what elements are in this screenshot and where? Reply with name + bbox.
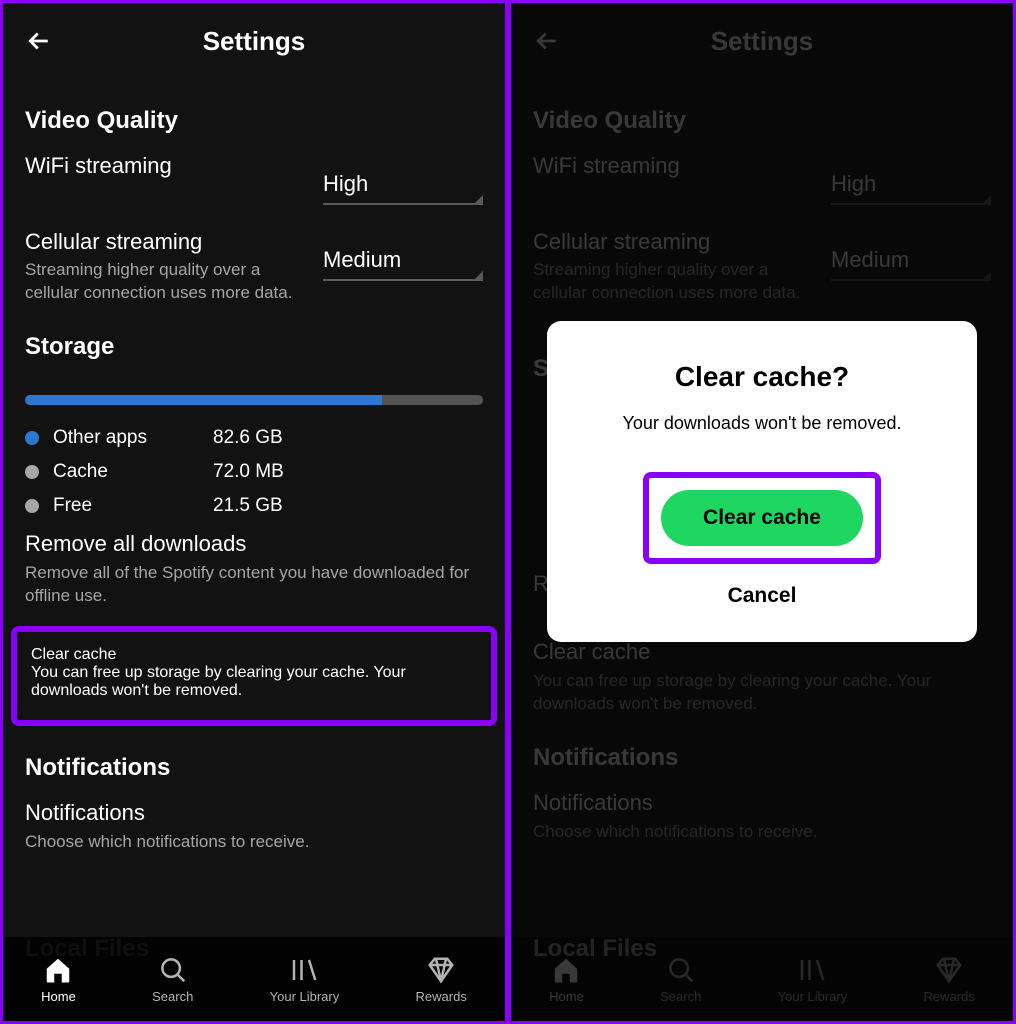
legend-other-label: Other apps (53, 427, 213, 449)
storage-bar (25, 395, 483, 405)
nav-search[interactable]: Search (152, 955, 193, 1004)
legend-free-label: Free (53, 495, 213, 517)
remove-downloads-item[interactable]: Remove all downloads Remove all of the S… (25, 531, 483, 608)
notifications-row-title: Notifications (25, 800, 483, 826)
legend-free: Free 21.5 GB (25, 495, 483, 517)
dot-icon (25, 465, 39, 479)
nav-rewards[interactable]: Rewards (416, 955, 467, 1004)
cellular-streaming-sub: Streaming higher quality over a cellular… (25, 259, 295, 305)
nav-rewards-label: Rewards (416, 989, 467, 1004)
dot-icon (25, 431, 39, 445)
legend-cache-value: 72.0 MB (213, 461, 284, 483)
library-icon (289, 955, 319, 985)
wifi-streaming-label: WiFi streaming (25, 153, 311, 179)
legend-other-value: 82.6 GB (213, 427, 283, 449)
notifications-heading: Notifications (25, 754, 483, 782)
page-title: Settings (203, 26, 306, 57)
search-icon (158, 955, 188, 985)
clear-cache-title: Clear cache (31, 646, 477, 664)
dialog-title: Clear cache? (577, 361, 947, 393)
video-quality-heading: Video Quality (25, 107, 483, 135)
legend-other: Other apps 82.6 GB (25, 427, 483, 449)
settings-content: Video Quality WiFi streaming High Cellul… (3, 79, 505, 937)
remove-downloads-sub: Remove all of the Spotify content you ha… (25, 562, 483, 608)
legend-free-value: 21.5 GB (213, 495, 283, 517)
bottom-nav: Home Search Your Library Rewards (3, 937, 505, 1021)
wifi-streaming-row: WiFi streaming High (25, 153, 483, 205)
nav-library-label: Your Library (270, 989, 340, 1004)
clear-cache-sub: You can free up storage by clearing your… (31, 664, 477, 700)
nav-search-label: Search (152, 989, 193, 1004)
storage-heading: Storage (25, 333, 483, 361)
phone-left: Settings Video Quality WiFi streaming Hi… (0, 0, 508, 1024)
nav-home-label: Home (41, 989, 76, 1004)
notifications-row-sub: Choose which notifications to receive. (25, 831, 483, 854)
cellular-streaming-row: Cellular streaming Streaming higher qual… (25, 229, 483, 305)
nav-library[interactable]: Your Library (270, 955, 340, 1004)
cellular-streaming-value: Medium (323, 247, 483, 279)
header: Settings (3, 3, 505, 79)
nav-home[interactable]: Home (41, 955, 76, 1004)
home-icon (43, 955, 73, 985)
clear-cache-item[interactable]: Clear cache You can free up storage by c… (11, 626, 497, 726)
legend-cache: Cache 72.0 MB (25, 461, 483, 483)
wifi-streaming-select[interactable]: High (323, 171, 483, 205)
phone-right: Settings Video Quality WiFi streaming Hi… (508, 0, 1016, 1024)
remove-downloads-title: Remove all downloads (25, 531, 483, 557)
arrow-left-icon (24, 26, 54, 56)
storage-bar-other (25, 395, 382, 405)
back-button[interactable] (21, 23, 57, 59)
legend-cache-label: Cache (53, 461, 213, 483)
clear-cache-confirm-button[interactable]: Clear cache (661, 490, 863, 546)
clear-cache-cancel-button[interactable]: Cancel (577, 584, 947, 608)
dialog-sub: Your downloads won't be removed. (577, 413, 947, 434)
clear-cache-dialog: Clear cache? Your downloads won't be rem… (547, 321, 977, 642)
storage-bar-rest (382, 395, 483, 405)
dot-icon (25, 499, 39, 513)
notifications-item[interactable]: Notifications Choose which notifications… (25, 800, 483, 854)
wifi-streaming-value: High (323, 171, 483, 203)
diamond-icon (426, 955, 456, 985)
cellular-streaming-label: Cellular streaming (25, 229, 311, 255)
cellular-streaming-select[interactable]: Medium (323, 247, 483, 281)
storage-legend: Other apps 82.6 GB Cache 72.0 MB Free 21… (25, 427, 483, 517)
highlight-box: Clear cache (643, 472, 881, 564)
